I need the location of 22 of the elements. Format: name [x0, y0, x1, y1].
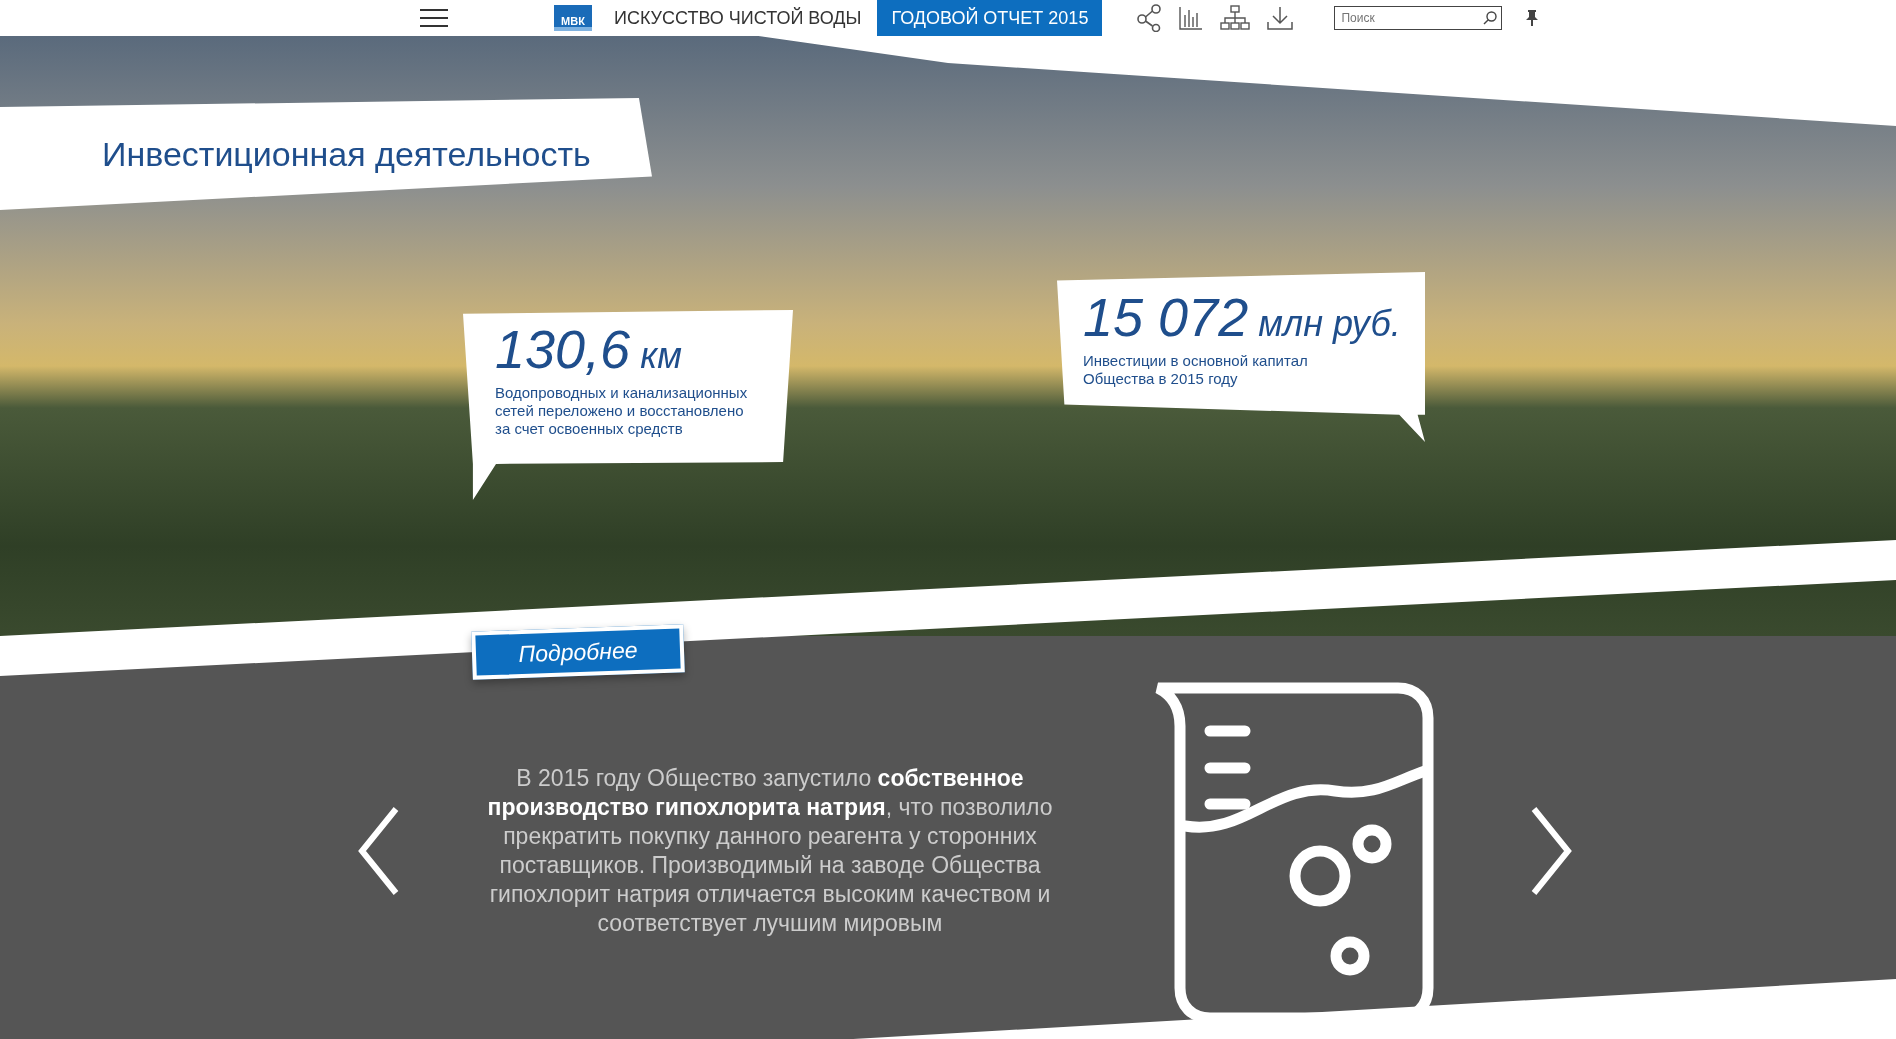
search-field[interactable]: Поиск: [1334, 6, 1503, 30]
search-icon[interactable]: [1483, 11, 1498, 25]
stat-unit: км: [640, 335, 682, 376]
stat-value: 15 072 млн руб.: [1083, 290, 1402, 344]
bar-chart-icon: [1178, 5, 1205, 31]
stat-unit: млн руб.: [1258, 303, 1401, 344]
more-button[interactable]: Подробнее: [471, 624, 685, 680]
annual-report-link[interactable]: ГОДОВОЙ ОТЧЕТ 2015: [877, 0, 1103, 36]
download-icon: [1266, 5, 1295, 31]
menu-icon[interactable]: [420, 8, 448, 28]
stat-value: 130,6 км: [495, 322, 683, 376]
pin-icon[interactable]: [1526, 10, 1539, 26]
stat-caption: Инвестиции в основной капитал Общества в 2015 году: [1083, 352, 1309, 388]
page-title: Инвестиционная деятельность: [102, 134, 591, 174]
stat-caption: Водопроводных и канализационных сетей переложено и восстановлено за счет освоенных средств: [495, 384, 749, 438]
site-title: ИСКУССТВО ЧИСТОЙ ВОДЫ: [614, 7, 862, 29]
sitemap-icon: [1220, 5, 1251, 31]
slide-text: В 2015 году Общество запустило собственное производство гипохлорита натрия, что позволило прекратить покупку данного реагента у сторонних поставщиков. Производимый на заводе Общества гипохлорит натрия отличается высоким качеством и соответствует лучшим мировым: [486, 764, 1054, 938]
share-icon: [1136, 4, 1163, 32]
next-arrow[interactable]: [1530, 807, 1574, 895]
previous-arrow[interactable]: [356, 807, 400, 895]
logo[interactable]: МВК: [554, 5, 592, 31]
